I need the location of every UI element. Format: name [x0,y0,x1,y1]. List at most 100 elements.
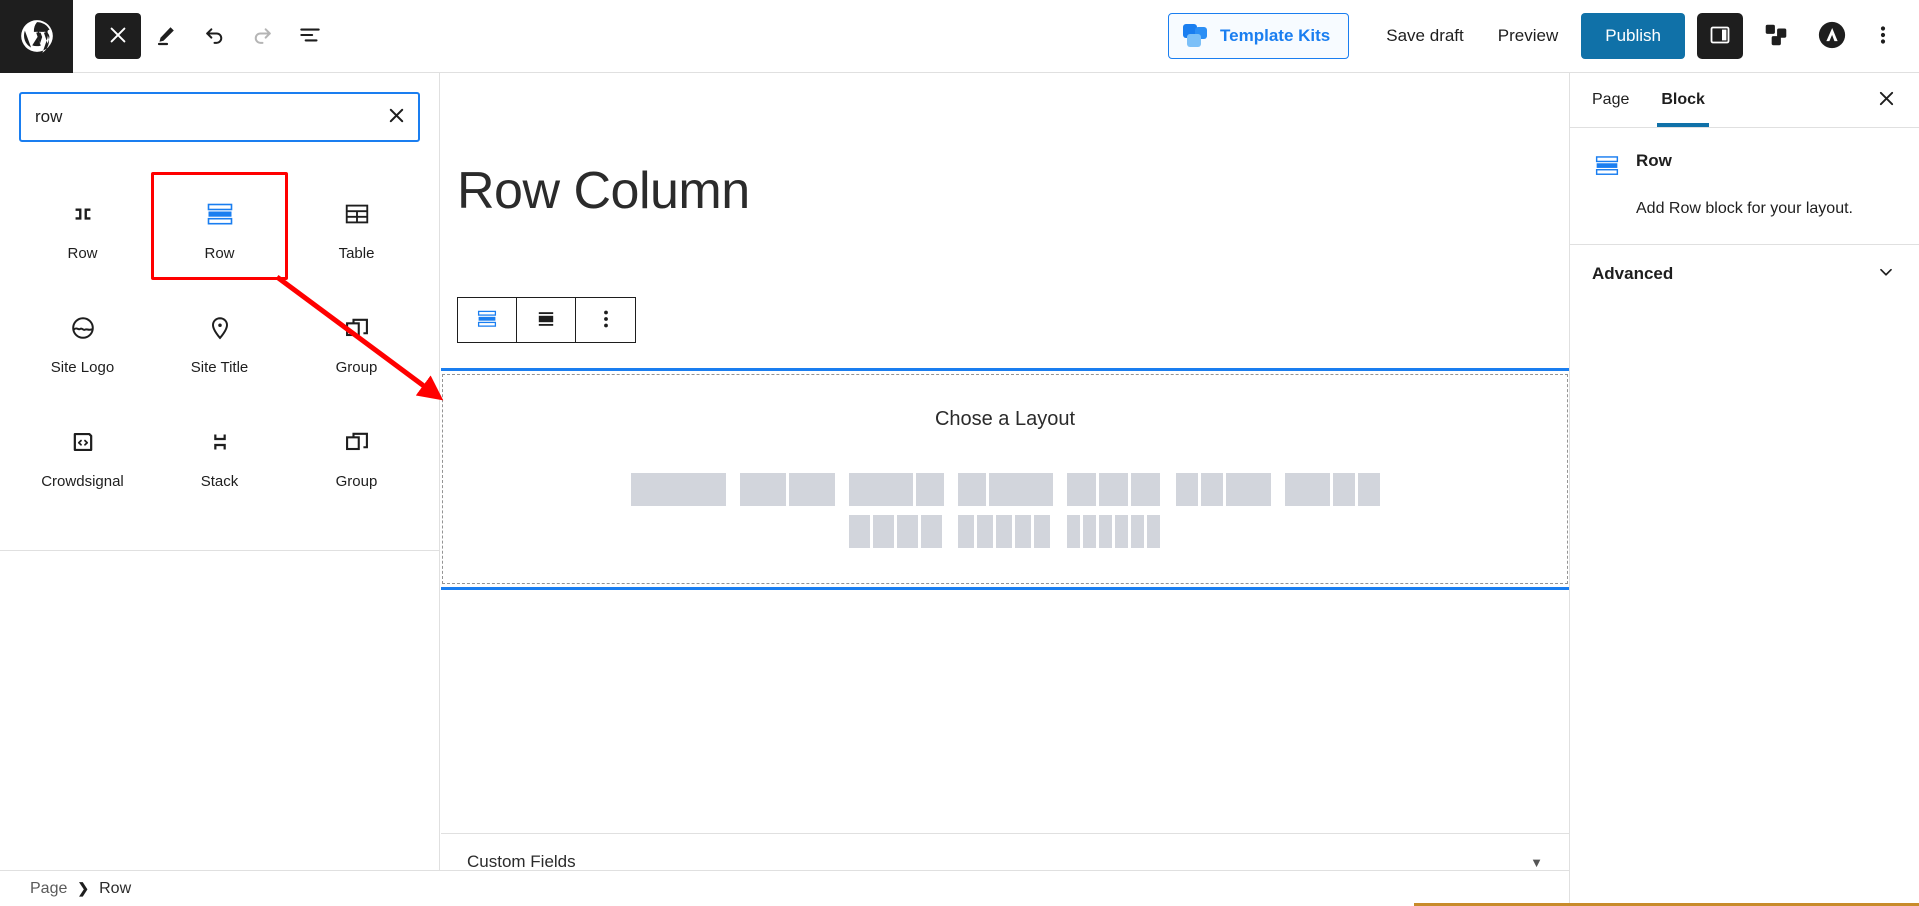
redo-arrow-icon [250,22,275,50]
row-block-placeholder: Chose a Layout [442,374,1568,584]
close-sidebar-button[interactable] [1865,79,1907,121]
close-icon [386,105,407,129]
wordpress-logo-icon [18,17,56,55]
layout-variation-one-column[interactable] [631,473,726,506]
edit-mode-button[interactable] [143,13,189,59]
close-editor-button[interactable] [95,13,141,59]
advanced-panel-label: Advanced [1592,264,1673,284]
wordpress-block-editor: Template Kits Save draft Preview Publish [0,0,1919,906]
layout-variation-three-wide-center[interactable] [1176,473,1271,506]
layout-variation-five-equal[interactable] [958,515,1053,548]
block-item-label: Table [339,245,375,263]
block-item-group-2[interactable]: Group [288,400,425,508]
astra-logo-icon [1817,20,1847,53]
search-box[interactable] [19,92,420,142]
layout-variation-two-wide-right[interactable] [958,473,1053,506]
chevron-down-icon: ▼ [1530,855,1543,870]
custom-fields-label: Custom Fields [467,852,576,872]
close-icon [107,24,129,49]
tab-page[interactable]: Page [1576,73,1645,127]
code-brackets-icon [66,425,100,459]
top-bar-right-tools: Template Kits Save draft Preview Publish [1168,13,1919,59]
block-inserter-panel: Row Row [0,73,440,906]
layout-variation-three-wide-left[interactable] [1285,473,1380,506]
choose-layout-prompt: Chose a Layout [935,408,1075,431]
layout-variation-two-wide-left[interactable] [849,473,944,506]
group-stack-icon [340,425,374,459]
row-stripes-icon [1592,150,1622,184]
block-item-label: Row [204,245,234,263]
layout-variation-four-equal[interactable] [849,515,944,548]
template-kits-button[interactable]: Template Kits [1168,13,1349,59]
layout-variation-six-equal[interactable] [1067,515,1162,548]
redo-button[interactable] [239,13,285,59]
save-draft-button[interactable]: Save draft [1369,13,1481,59]
block-info-description: Add Row block for your layout. [1636,198,1899,220]
block-options-button[interactable] [576,298,635,342]
block-info-title: Row [1636,150,1672,172]
chevron-down-icon [1875,261,1897,288]
layout-variations-row-1 [631,473,1380,506]
search-input[interactable] [21,107,374,127]
tab-block[interactable]: Block [1645,73,1721,127]
selected-row-block[interactable]: Chose a Layout [441,368,1569,590]
list-view-button[interactable] [287,13,333,59]
astra-plugin-button[interactable] [1809,13,1855,59]
layout-variation-three-equal[interactable] [1067,473,1162,506]
sidebar-panel-advanced[interactable]: Advanced [1570,245,1919,305]
layout-variation-two-equal[interactable] [740,473,835,506]
block-item-table[interactable]: Table [288,172,425,280]
undo-button[interactable] [191,13,237,59]
kebab-menu-icon [603,308,609,333]
row-justify-icon [66,197,100,231]
inserter-divider [0,550,440,551]
editor-top-bar: Template Kits Save draft Preview Publish [0,0,1919,73]
chevron-right-icon: ❯ [77,880,89,897]
block-item-group-1[interactable]: Group [288,286,425,394]
block-item-row-stripes[interactable]: Row [151,172,288,280]
pencil-edit-icon [154,23,178,50]
document-outline-icon [297,22,323,51]
settings-sidebar-toggle-button[interactable] [1697,13,1743,59]
blocks-extension-button[interactable] [1753,13,1799,59]
publish-button[interactable]: Publish [1581,13,1685,59]
blocks-extension-icon [1763,22,1789,51]
block-item-site-title[interactable]: Site Title [151,286,288,394]
align-wide-icon [533,307,559,334]
block-item-stack[interactable]: Stack [151,400,288,508]
block-item-site-logo[interactable]: Site Logo [14,286,151,394]
block-item-label: Group [336,359,378,377]
stack-icon [203,425,237,459]
clear-search-button[interactable] [374,95,418,139]
kebab-menu-icon [1880,23,1886,50]
row-stripes-icon [203,197,237,231]
breadcrumb: Page ❯ Row [0,870,1569,906]
preview-button[interactable]: Preview [1481,13,1575,59]
block-search-wrapper [0,73,439,142]
undo-arrow-icon [202,22,227,50]
breadcrumb-item-row[interactable]: Row [99,880,131,898]
row-stripes-icon [474,307,500,334]
editor-canvas: Row Column [441,73,1569,906]
block-info-card: Row Add Row block for your layout. [1570,128,1919,245]
block-align-button[interactable] [517,298,576,342]
breadcrumb-item-page[interactable]: Page [30,880,67,898]
block-results-grid: Row Row [0,142,439,508]
block-type-button[interactable] [458,298,517,342]
block-item-label: Site Title [191,359,249,377]
top-bar-left-tools [73,13,333,59]
sidebar-tabs: Page Block [1570,73,1919,128]
block-toolbar [457,297,636,343]
page-title[interactable]: Row Column [441,73,1569,220]
block-item-label: Row [67,245,97,263]
more-options-button[interactable] [1863,13,1903,59]
template-kits-icon [1183,24,1209,48]
block-item-label: Group [336,473,378,491]
settings-panel-icon [1708,23,1732,50]
block-item-crowdsignal[interactable]: Crowdsignal [14,400,151,508]
block-item-row-justify[interactable]: Row [14,172,151,280]
site-logo-icon [66,311,100,345]
layout-variations [631,473,1380,548]
wordpress-logo-button[interactable] [0,0,73,73]
group-stack-icon [340,311,374,345]
